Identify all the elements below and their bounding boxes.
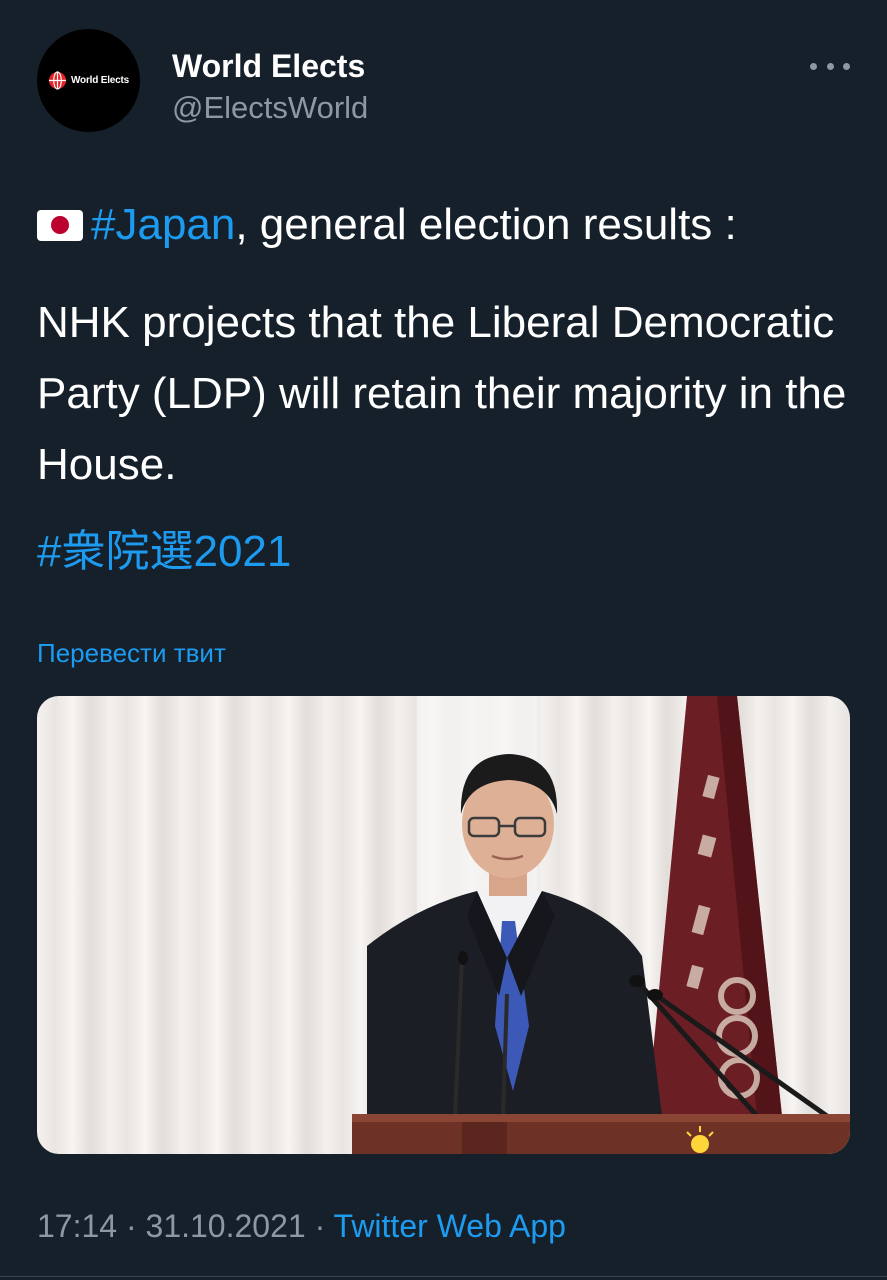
author-handle[interactable]: @ElectsWorld — [172, 90, 368, 126]
tweet-meta: 17:14 · 31.10.2021 · Twitter Web App — [37, 1208, 566, 1245]
tweet-date[interactable]: 31.10.2021 — [146, 1208, 306, 1244]
globe-icon — [48, 71, 67, 90]
more-options-button[interactable] — [810, 54, 850, 78]
tweet-body: NHK projects that the Liberal Democratic… — [37, 298, 847, 489]
japan-flag-icon — [37, 209, 83, 241]
headline-text: , general election results : — [235, 200, 737, 249]
translate-tweet-link[interactable]: Перевести твит — [37, 638, 226, 669]
hashtag-japan-link[interactable]: #Japan — [91, 200, 235, 250]
tweet-photo[interactable] — [37, 696, 850, 1154]
divider — [0, 1276, 887, 1277]
source-app-link[interactable]: Twitter Web App — [334, 1208, 566, 1244]
meta-separator: · — [305, 1208, 334, 1244]
author-avatar[interactable]: World Elects — [37, 29, 140, 132]
tweet-time[interactable]: 17:14 — [37, 1208, 117, 1244]
author-name[interactable]: World Elects — [172, 48, 365, 85]
avatar-logo-text: World Elects — [71, 75, 129, 86]
hashtag-election-link[interactable]: #衆院選2021 — [37, 515, 291, 579]
speaker-photo-image — [352, 696, 850, 1154]
meta-separator: · — [117, 1208, 146, 1244]
more-horizontal-icon — [810, 62, 817, 70]
tweet-headline: #Japan , general election results : — [37, 200, 737, 250]
